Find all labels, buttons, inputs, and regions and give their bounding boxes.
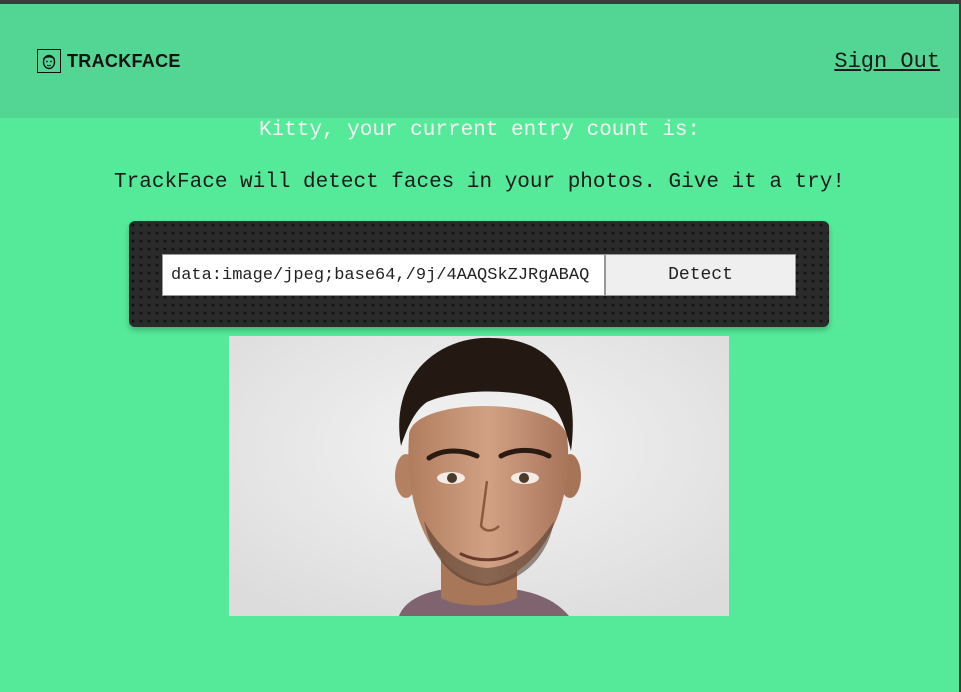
uploaded-face-photo	[229, 336, 729, 616]
image-url-form: Detect	[129, 221, 829, 327]
tagline-text: TrackFace will detect faces in your phot…	[114, 171, 845, 194]
brand-name: TRACKFACE	[67, 50, 181, 71]
image-url-input[interactable]	[162, 254, 605, 296]
face-icon	[37, 49, 61, 73]
entry-count-text: Kitty, your current entry count is:	[258, 119, 701, 142]
header-bar: TRACKFACE Sign Out	[0, 4, 959, 118]
detect-button[interactable]: Detect	[605, 254, 796, 296]
sign-out-link[interactable]: Sign Out	[834, 49, 940, 74]
brand-logo[interactable]: TRACKFACE	[37, 49, 181, 73]
